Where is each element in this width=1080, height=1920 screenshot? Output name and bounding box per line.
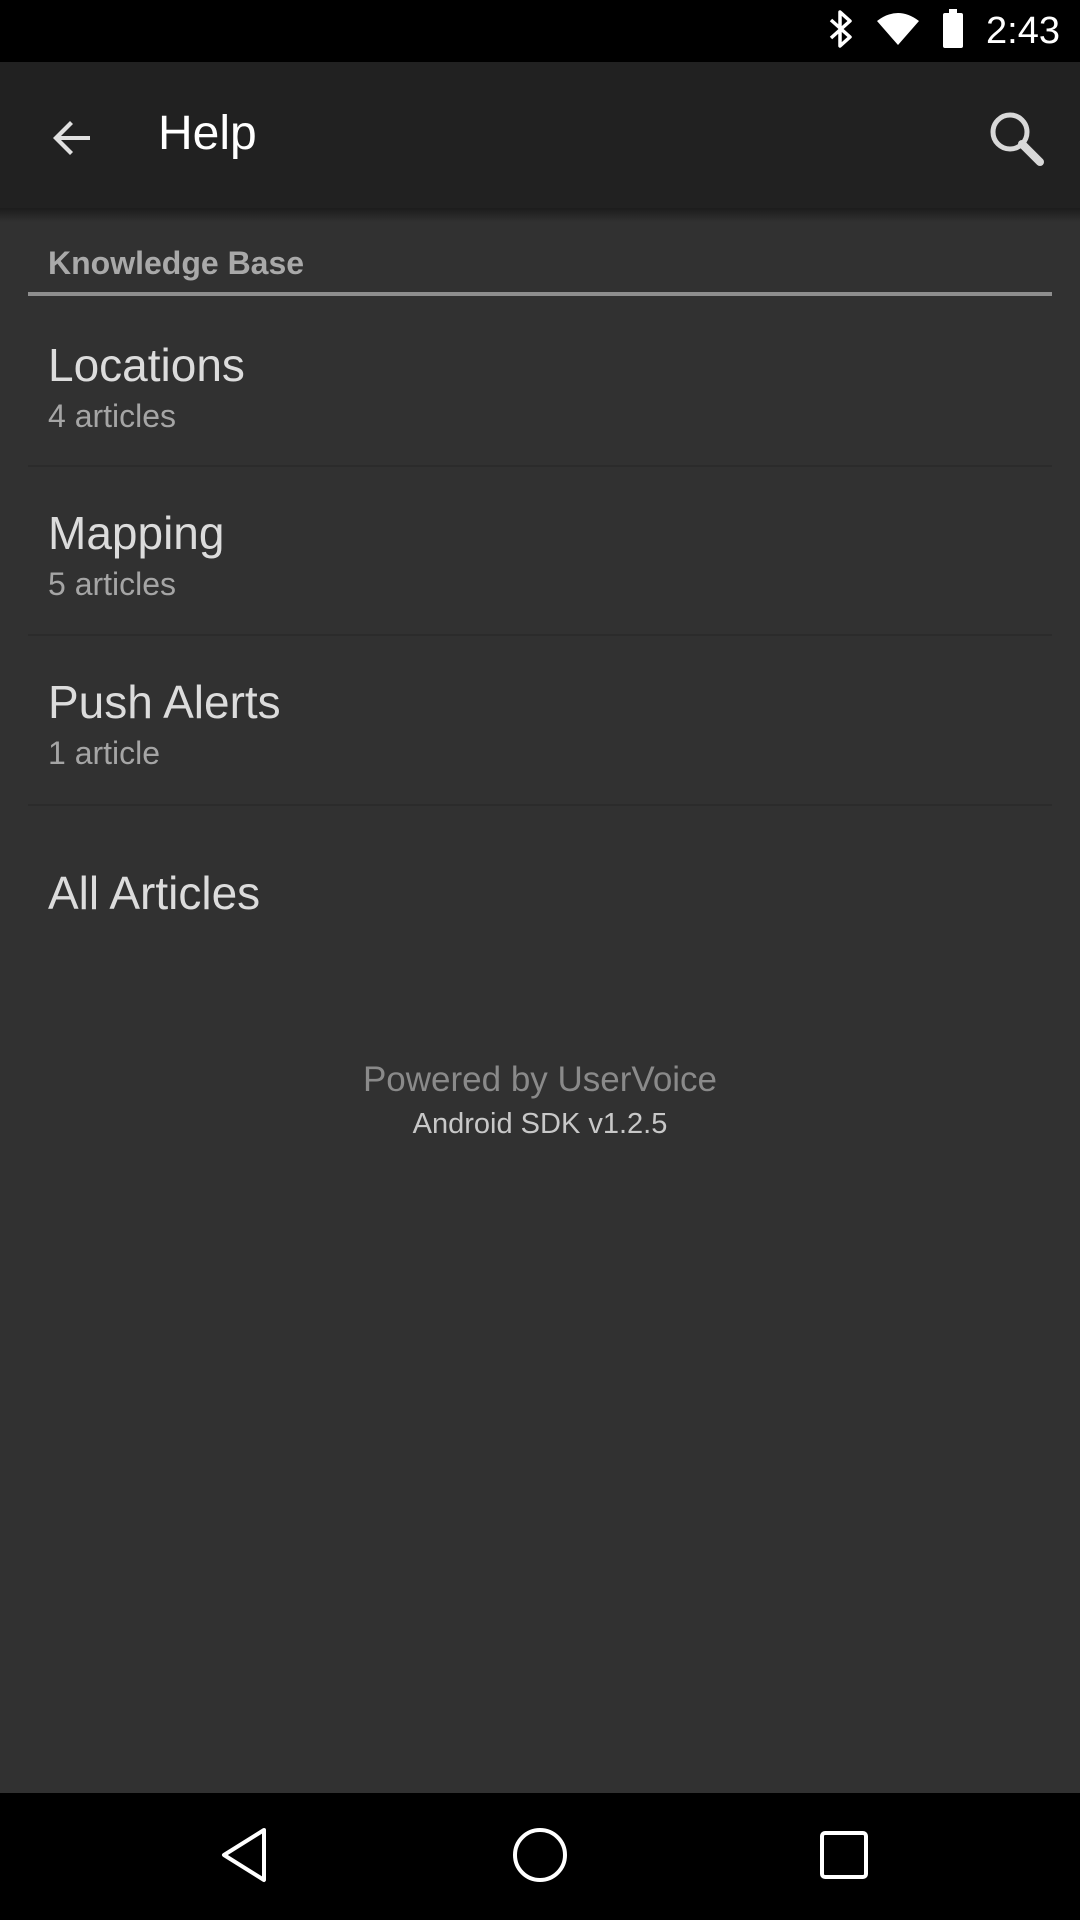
arrow-back-icon: [48, 114, 96, 167]
page-title: Help: [158, 107, 257, 160]
list-item-locations[interactable]: Locations 4 articles: [28, 302, 1052, 464]
list-item-count: 5 articles: [48, 566, 177, 602]
battery-icon: [942, 8, 964, 54]
status-icons: 2:43: [828, 0, 1060, 62]
search-button[interactable]: [974, 98, 1058, 182]
list-item-count: 4 articles: [48, 398, 177, 434]
section-divider: [28, 292, 1052, 296]
back-triangle-icon: [216, 1825, 272, 1890]
list-item-title: Push Alerts: [48, 676, 281, 728]
list-item-count: 1 article: [48, 735, 161, 771]
divider: [28, 465, 1052, 467]
back-button[interactable]: [30, 98, 114, 182]
app-bar: Help: [0, 62, 1080, 208]
recents-square-icon: [816, 1827, 872, 1888]
bluetooth-icon: [828, 9, 854, 53]
app-bar-shadow: [0, 208, 1080, 222]
wifi-icon: [876, 11, 920, 52]
help-screen: 2:43 Help Knowledge Base Locations 4 art…: [0, 0, 1080, 1920]
nav-back-button[interactable]: [208, 1821, 280, 1893]
nav-recents-button[interactable]: [808, 1821, 880, 1893]
system-nav-bar: [0, 1793, 1080, 1920]
divider: [28, 634, 1052, 636]
powered-by-text: Powered by UserVoice: [362, 1060, 718, 1099]
list-item-mapping[interactable]: Mapping 5 articles: [28, 468, 1052, 634]
status-time: 2:43: [986, 9, 1060, 52]
search-icon: [986, 108, 1046, 173]
list-item-push-alerts[interactable]: Push Alerts 1 article: [28, 637, 1052, 803]
sdk-version-text: Android SDK v1.2.5: [412, 1108, 668, 1140]
status-bar: 2:43: [0, 0, 1080, 62]
all-articles-label: All Articles: [48, 867, 261, 919]
section-header-knowledge-base: Knowledge Base: [48, 245, 305, 281]
list-item-all-articles[interactable]: All Articles: [28, 808, 1052, 970]
home-circle-icon: [510, 1825, 570, 1890]
list-item-title: Locations: [48, 339, 245, 391]
list-item-title: Mapping: [48, 507, 225, 559]
nav-home-button[interactable]: [504, 1821, 576, 1893]
divider: [28, 804, 1052, 806]
